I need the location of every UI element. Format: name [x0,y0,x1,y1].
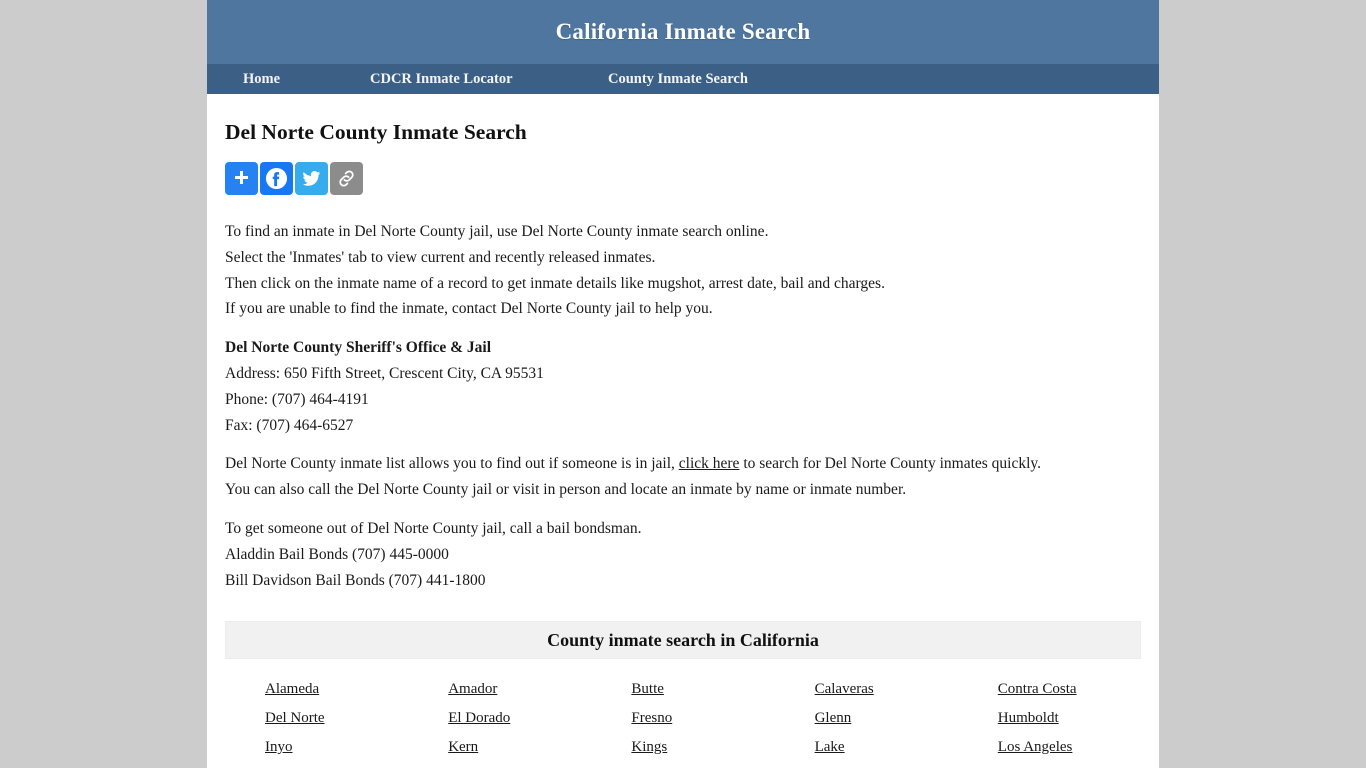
text-after-link: to search for Del Norte County inmates q… [739,455,1042,473]
county-link-humboldt[interactable]: Humboldt [998,710,1059,727]
facility-name: Del Norte County Sheriff's Office & Jail [225,339,492,357]
county-link-inyo[interactable]: Inyo [265,739,293,756]
twitter-bird-icon [301,168,322,189]
county-cell: Butte [591,675,774,704]
nav-item-home[interactable]: Home [225,71,370,88]
county-cell: El Dorado [408,704,591,733]
bail-bondsman: Aladdin Bail Bonds (707) 445-0000 [225,545,449,563]
bail-bondsman: Bill Davidson Bail Bonds (707) 441-1800 [225,571,486,589]
intro-line: To find an inmate in Del Norte County ja… [225,223,769,240]
county-link-lake[interactable]: Lake [815,739,845,756]
county-section-banner: County inmate search in California [225,621,1141,660]
county-cell: Kern [408,733,591,762]
county-link-kern[interactable]: Kern [448,739,478,756]
county-cell: Humboldt [958,704,1141,733]
county-link-fresno[interactable]: Fresno [631,710,672,727]
county-cell: Del Norte [225,704,408,733]
county-link-calaveras[interactable]: Calaveras [815,681,874,698]
share-facebook-button[interactable] [260,162,293,195]
page-title: Del Norte County Inmate Search [225,120,527,144]
inmate-list-paragraph: Del Norte County inmate list allows you … [225,451,1141,503]
county-link-alameda[interactable]: Alameda [265,681,319,698]
intro-line: If you are unable to find the inmate, co… [225,300,713,318]
share-button-row [225,162,1141,195]
county-links-grid: Alameda Amador Butte Calaveras Contra Co… [225,659,1141,762]
site-header: California Inmate Search [207,0,1159,64]
facility-phone: Phone: (707) 464-4191 [225,390,369,408]
county-link-del-norte[interactable]: Del Norte [265,710,325,727]
county-link-el-dorado[interactable]: El Dorado [448,710,510,727]
click-here-link[interactable]: click here [679,455,740,472]
county-link-butte[interactable]: Butte [631,681,664,698]
facility-fax: Fax: (707) 464-6527 [225,416,354,434]
county-link-los-angeles[interactable]: Los Angeles [998,739,1073,756]
intro-line: Select the 'Inmates' tab to view current… [225,248,656,266]
facebook-icon [265,167,288,190]
main-navigation: Home CDCR Inmate Locator County Inmate S… [207,64,1159,94]
inmate-list-line: Del Norte County inmate list allows you … [225,451,1141,477]
facility-address: Address: 650 Fifth Street, Crescent City… [225,364,544,382]
county-cell: Calaveras [775,675,958,704]
share-addthis-button[interactable] [225,162,258,195]
county-cell: Los Angeles [958,733,1141,762]
county-link-glenn[interactable]: Glenn [815,710,852,727]
bail-bonds-block: To get someone out of Del Norte County j… [225,516,1141,593]
chain-link-icon [336,168,357,189]
county-cell: Alameda [225,675,408,704]
share-copy-link-button[interactable] [330,162,363,195]
main-content: Del Norte County Inmate Search To find a… [207,120,1159,763]
inmate-list-line-2: You can also call the Del Norte County j… [225,481,907,499]
share-twitter-button[interactable] [295,162,328,195]
county-cell: Amador [408,675,591,704]
county-cell: Contra Costa [958,675,1141,704]
bail-intro: To get someone out of Del Norte County j… [225,519,642,537]
page-container: California Inmate Search Home CDCR Inmat… [207,0,1159,768]
county-cell: Fresno [591,704,774,733]
county-cell: Kings [591,733,774,762]
plus-icon [232,169,251,188]
county-link-kings[interactable]: Kings [631,739,667,756]
nav-item-county-inmate-search[interactable]: County Inmate Search [608,71,748,88]
intro-line: Then click on the inmate name of a recor… [225,274,885,292]
county-cell: Lake [775,733,958,762]
county-cell: Glenn [775,704,958,733]
county-section-title: County inmate search in California [547,629,819,650]
nav-item-cdcr-inmate-locator[interactable]: CDCR Inmate Locator [370,71,608,88]
county-link-contra-costa[interactable]: Contra Costa [998,681,1077,698]
facility-info-block: Del Norte County Sheriff's Office & Jail… [225,335,1141,438]
county-link-amador[interactable]: Amador [448,681,497,698]
county-search-section: County inmate search in California Alame… [225,621,1141,762]
site-title: California Inmate Search [555,19,811,44]
intro-paragraph: To find an inmate in Del Norte County ja… [225,219,1141,322]
county-cell: Inyo [225,733,408,762]
text-before-link: Del Norte County inmate list allows you … [225,455,679,473]
